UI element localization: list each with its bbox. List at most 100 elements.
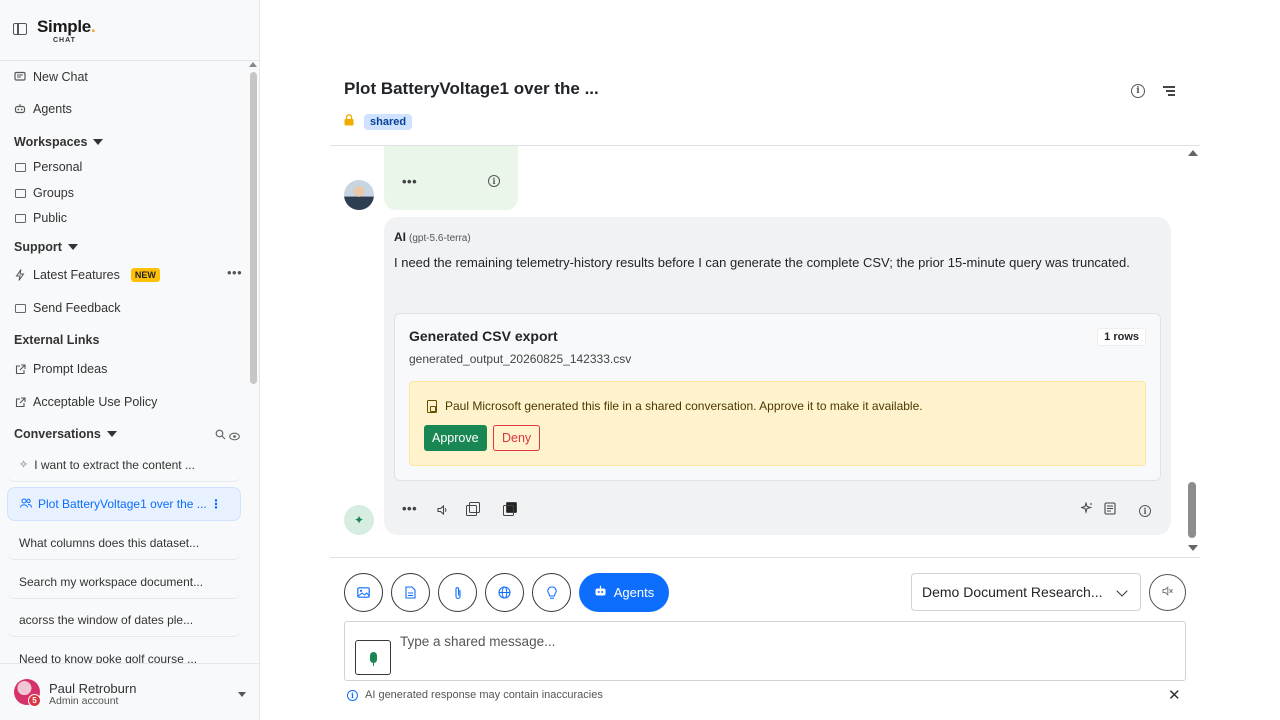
user-avatar bbox=[344, 180, 374, 210]
prompt-ideas-button[interactable] bbox=[532, 573, 571, 612]
new-chat-link[interactable]: New Chat bbox=[14, 70, 88, 84]
sidebar-item-label: Public bbox=[33, 211, 68, 225]
info-icon[interactable]: i bbox=[1139, 502, 1151, 517]
chat-scroll-up-arrow[interactable] bbox=[1188, 150, 1198, 156]
close-icon[interactable]: ✕ bbox=[1168, 686, 1181, 704]
latest-features-link[interactable]: Latest Features NEW bbox=[14, 268, 160, 282]
acceptable-use-link[interactable]: Acceptable Use Policy bbox=[14, 395, 157, 409]
logo-dot: . bbox=[90, 17, 96, 36]
external-links-header: External Links bbox=[14, 333, 100, 347]
message-menu-icon[interactable]: ••• bbox=[402, 174, 417, 189]
sidebar: Simple. CHAT New Chat Agents Workspaces bbox=[0, 0, 260, 720]
user-role: Admin account bbox=[49, 695, 119, 707]
speaker-icon[interactable] bbox=[437, 503, 449, 518]
logo-row: Simple. CHAT bbox=[0, 0, 259, 61]
message-composer bbox=[344, 621, 1186, 681]
more-options-icon[interactable]: ••• bbox=[227, 265, 242, 280]
workspaces-section-toggle[interactable]: Workspaces bbox=[14, 135, 104, 149]
search-conversations-icon[interactable] bbox=[215, 427, 226, 445]
disclaimer-text: AI generated response may contain inaccu… bbox=[365, 689, 603, 701]
voice-input-button[interactable] bbox=[355, 640, 391, 675]
model-name: (gpt-5.6-terra) bbox=[409, 233, 471, 244]
agents-button[interactable]: Agents bbox=[579, 573, 669, 612]
document-icon[interactable] bbox=[1104, 502, 1116, 518]
copy-filled-icon[interactable] bbox=[503, 502, 517, 517]
conversation-details-icon[interactable] bbox=[1163, 86, 1175, 98]
agents-link[interactable]: Agents bbox=[14, 102, 72, 116]
conversation-item[interactable]: What columns does this dataset... bbox=[7, 526, 241, 560]
document-button[interactable] bbox=[391, 573, 430, 612]
support-header: Support bbox=[14, 240, 62, 254]
conversations-section-toggle[interactable]: Conversations bbox=[14, 427, 117, 441]
robot-icon bbox=[14, 103, 26, 115]
workspaces-header: Workspaces bbox=[14, 135, 88, 149]
conversation-item-active[interactable]: Plot BatteryVoltage1 over the ... ⋮ bbox=[7, 487, 241, 521]
send-feedback-label: Send Feedback bbox=[33, 301, 121, 315]
app-root: Simple. CHAT New Chat Agents Workspaces bbox=[0, 0, 1280, 720]
kebab-menu-icon[interactable]: ⋮ bbox=[210, 497, 222, 511]
sidebar-item-personal[interactable]: Personal bbox=[14, 160, 82, 174]
sidebar-toggle-icon[interactable] bbox=[13, 23, 27, 35]
chat-icon bbox=[14, 71, 26, 83]
message-menu-icon[interactable]: ••• bbox=[402, 501, 417, 516]
prompt-ideas-link[interactable]: Prompt Ideas bbox=[14, 362, 107, 376]
agent-select[interactable]: Demo Document Research... bbox=[911, 573, 1141, 611]
csv-filename: generated_output_20260825_142333.csv bbox=[409, 352, 632, 366]
chat-divider bbox=[330, 557, 1200, 558]
logo-text: Simple bbox=[37, 17, 91, 36]
caret-down-icon bbox=[106, 431, 117, 437]
notification-badge: 5 bbox=[28, 694, 41, 707]
conversation-title: Search my workspace document... bbox=[19, 574, 204, 589]
lock-icon bbox=[344, 114, 354, 129]
conversation-item[interactable]: ✧ I want to extract the content ... bbox=[7, 448, 241, 482]
csv-card-title: Generated CSV export bbox=[409, 328, 558, 344]
mute-button[interactable] bbox=[1149, 574, 1186, 611]
sidebar-item-groups[interactable]: Groups bbox=[14, 186, 74, 200]
previous-message-bubble: ••• i bbox=[384, 146, 518, 210]
support-section-toggle[interactable]: Support bbox=[14, 240, 78, 254]
conversation-item[interactable]: Need to know poke golf course ... bbox=[7, 642, 241, 664]
web-search-button[interactable] bbox=[485, 573, 524, 612]
sender-name: AI bbox=[394, 230, 406, 244]
prompt-ideas-label: Prompt Ideas bbox=[33, 362, 108, 376]
user-menu[interactable]: 5 Paul Retroburn Admin account bbox=[0, 663, 259, 720]
rows-badge: 1 rows bbox=[1097, 328, 1146, 346]
conversation-title: What columns does this dataset... bbox=[19, 535, 200, 550]
chat-scrollbar[interactable] bbox=[1188, 482, 1196, 538]
shared-badge: shared bbox=[364, 114, 413, 130]
deny-button[interactable]: Deny bbox=[493, 425, 541, 451]
eye-icon[interactable] bbox=[229, 428, 240, 446]
conversation-item[interactable]: acorss the window of dates ple... bbox=[7, 603, 241, 637]
approve-button[interactable]: Approve bbox=[424, 425, 487, 451]
chat-scroll-down-arrow[interactable] bbox=[1188, 545, 1198, 551]
external-link-icon bbox=[14, 363, 26, 375]
sidebar-item-label: Personal bbox=[33, 160, 83, 174]
approval-message: Paul Microsoft generated this file in a … bbox=[445, 399, 923, 413]
ai-avatar: ✦ bbox=[344, 505, 374, 535]
agent-select-value: Demo Document Research... bbox=[922, 584, 1103, 600]
sparkle-icon[interactable] bbox=[1079, 501, 1093, 517]
conversation-title: I want to extract the content ... bbox=[34, 457, 195, 472]
pin-icon: ✧ bbox=[19, 459, 29, 471]
app-logo[interactable]: Simple. CHAT bbox=[37, 17, 96, 44]
image-upload-button[interactable] bbox=[344, 573, 383, 612]
sidebar-scrollbar[interactable] bbox=[250, 72, 257, 384]
conversations-header: Conversations bbox=[14, 427, 101, 441]
sidebar-item-public[interactable]: Public bbox=[14, 211, 67, 225]
folder-icon bbox=[14, 212, 26, 224]
info-icon[interactable]: i bbox=[488, 171, 500, 189]
new-badge: NEW bbox=[130, 268, 160, 282]
sidebar-scroll-up-arrow[interactable] bbox=[249, 62, 257, 67]
conversation-item[interactable]: Search my workspace document... bbox=[7, 565, 241, 599]
speaker-mute-icon bbox=[1162, 586, 1174, 599]
info-icon[interactable]: i bbox=[1131, 81, 1145, 98]
page-title: Plot BatteryVoltage1 over the ... bbox=[344, 79, 599, 98]
sidebar-item-label: Groups bbox=[33, 186, 74, 200]
caret-down-icon[interactable] bbox=[238, 692, 246, 697]
agents-button-label: Agents bbox=[613, 585, 655, 600]
message-input[interactable] bbox=[400, 630, 1170, 652]
copy-icon[interactable] bbox=[466, 502, 480, 517]
send-feedback-link[interactable]: Send Feedback bbox=[14, 301, 121, 315]
attach-file-button[interactable] bbox=[438, 573, 477, 612]
agents-label: Agents bbox=[33, 102, 72, 116]
